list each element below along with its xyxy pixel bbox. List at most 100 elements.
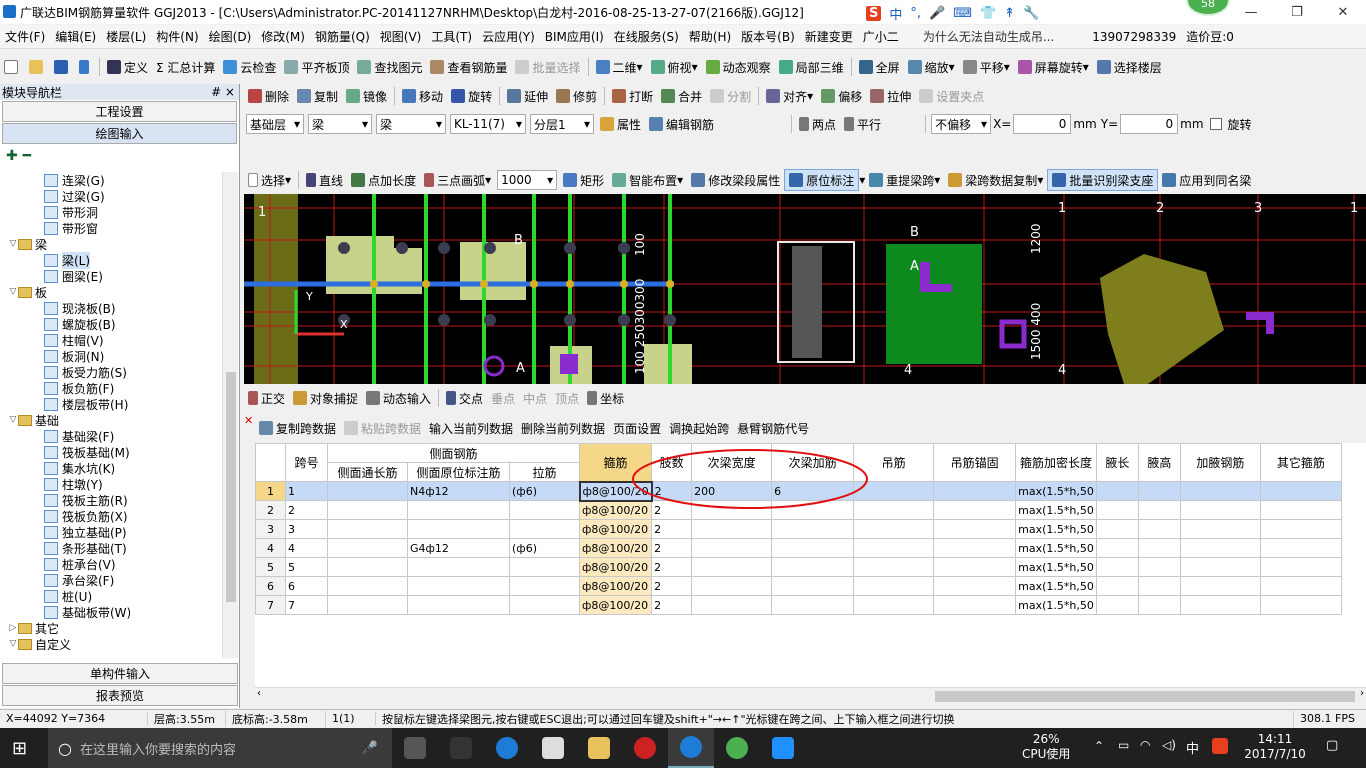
pin-icon[interactable]: # × (211, 85, 235, 99)
table-cell[interactable] (1137, 519, 1181, 539)
mic-icon-taskbar[interactable]: 🎤 (362, 741, 378, 756)
tree-item[interactable]: 板负筋(F) (0, 380, 222, 396)
wifi-icon[interactable]: ◠ (1140, 738, 1150, 752)
delete-column-data-link[interactable]: 删除当前列数据 (517, 417, 609, 439)
table-cell[interactable] (853, 557, 935, 577)
table-cell[interactable] (853, 595, 935, 615)
table-cell[interactable] (1259, 595, 1342, 615)
midpoint-button[interactable]: 中点 (519, 387, 551, 409)
find-element-button[interactable]: 查找图元 (353, 56, 426, 78)
browser-icon[interactable] (714, 728, 760, 768)
table-cell[interactable]: 2 (285, 500, 328, 520)
vertex-button[interactable]: 顶点 (551, 387, 583, 409)
minimize-button[interactable]: — (1228, 0, 1274, 24)
tray-arrow-icon[interactable]: ⌃ (1094, 739, 1104, 753)
table-cell[interactable] (933, 519, 1017, 539)
tree-item[interactable]: 集水坑(K) (0, 460, 222, 476)
table-cell[interactable] (407, 557, 510, 577)
table-cell[interactable] (933, 557, 1017, 577)
select-floor-button[interactable]: 选择楼层 (1093, 56, 1166, 78)
table-cell[interactable] (327, 557, 408, 577)
menu-version[interactable]: 版本号(B) (736, 28, 800, 45)
define-button[interactable]: 定义 (103, 56, 152, 78)
col-other-stirrup[interactable]: 其它箍筋 (1259, 443, 1342, 482)
table-cell[interactable] (853, 519, 935, 539)
table-cell[interactable] (1137, 481, 1181, 501)
table-cell[interactable] (509, 557, 580, 577)
expand-collapse-icons[interactable]: ✚ ━ (0, 145, 239, 167)
point-length-button[interactable]: 点加长度 (347, 169, 420, 191)
drawing-input-button[interactable]: 绘图输入 (2, 123, 237, 144)
menu-help[interactable]: 帮助(H) (684, 28, 736, 45)
table-cell[interactable]: 1 (285, 481, 328, 501)
set-grip-button[interactable]: 设置夹点 (915, 85, 988, 107)
copy-span-data-link[interactable]: 复制跨数据 (255, 417, 340, 439)
table-cell[interactable] (771, 595, 855, 615)
tree-item[interactable]: 圈梁(E) (0, 268, 222, 284)
table-cell[interactable]: ф8@100/20 (578, 538, 653, 558)
table-cell[interactable] (407, 595, 510, 615)
table-cell[interactable] (1095, 595, 1139, 615)
tree-item[interactable]: 独立基础(P) (0, 524, 222, 540)
y-input[interactable]: 0 (1120, 114, 1179, 134)
table-cell[interactable] (771, 576, 855, 596)
table-cell[interactable]: max(1.5*h,50 (1015, 519, 1097, 539)
in-situ-annotation-button[interactable]: 原位标注 (784, 169, 860, 191)
cad-drawing[interactable]: B A B A 4 1 2 3 1 4 1 Y X 100 100 250300… (244, 194, 1366, 384)
rotate-button[interactable]: 旋转 (447, 85, 496, 107)
table-cell[interactable] (509, 500, 580, 520)
collapse-icon[interactable]: ▽ (8, 415, 18, 425)
intersection-button[interactable]: 交点 (442, 387, 487, 409)
notification-icon[interactable]: ▢ (1326, 738, 1338, 753)
tree-folder[interactable]: ▽ 梁 (0, 236, 222, 252)
col-haunch-length[interactable]: 腋长 (1095, 443, 1139, 482)
batch-identify-support-button[interactable]: 批量识别梁支座 (1047, 169, 1159, 191)
col-tie-bar[interactable]: 拉筋 (509, 462, 580, 482)
smart-layout-button[interactable]: 智能布置 ▾ (608, 169, 687, 191)
table-hscrollbar[interactable]: ‹ › (255, 687, 1366, 704)
offset-select[interactable]: 不偏移 ▾ (931, 114, 992, 134)
menu-view[interactable]: 视图(V) (375, 28, 427, 45)
clock[interactable]: 14:11 2017/7/10 (1240, 732, 1310, 762)
table-cell[interactable]: max(1.5*h,50 (1015, 557, 1097, 577)
tree-scrollbar[interactable] (222, 172, 238, 658)
tree-folder[interactable]: ▽ 自定义 (0, 636, 222, 652)
table-cell[interactable]: G4ф12 (407, 538, 510, 558)
collapse-icon[interactable]: ▽ (8, 239, 18, 249)
help-ticker[interactable]: 为什么无法自动生成吊... (918, 28, 1059, 45)
table-row[interactable]: 6 6 ф8@100/20 2 max(1.5*h,50 (255, 576, 1342, 596)
menu-tools[interactable]: 工具(T) (426, 28, 477, 45)
zoom-button[interactable]: 缩放 ▾ (904, 56, 959, 78)
local-3d-button[interactable]: 局部三维 (775, 56, 848, 78)
collapse-icon[interactable]: ▽ (8, 639, 18, 649)
line-button[interactable]: 直线 (302, 169, 347, 191)
object-snap-button[interactable]: 对象捕捉 (289, 387, 362, 409)
table-row[interactable]: 7 7 ф8@100/20 2 max(1.5*h,50 (255, 595, 1342, 615)
table-cell[interactable]: max(1.5*h,50 (1015, 538, 1097, 558)
close-button[interactable]: ✕ (1320, 0, 1366, 24)
table-cell[interactable] (853, 576, 935, 596)
tree-item[interactable]: 带形窗 (0, 220, 222, 236)
table-cell[interactable] (1137, 500, 1181, 520)
table-cell[interactable]: (ф6) (509, 481, 580, 501)
table-cell[interactable] (1137, 576, 1181, 596)
paste-span-data-link[interactable]: 粘贴跨数据 (340, 417, 425, 439)
properties-button[interactable]: 属性 (596, 113, 645, 135)
split-button[interactable]: 分割 (706, 85, 755, 107)
view-rebar-button[interactable]: 查看钢筋量 (426, 56, 511, 78)
table-cell[interactable] (1179, 538, 1261, 558)
three-point-arc-button[interactable]: 三点画弧 ▾ (420, 169, 495, 191)
table-cell[interactable] (1137, 538, 1181, 558)
table-cell[interactable]: ф8@100/20 (578, 557, 653, 577)
arrow-icon[interactable]: ↟ (1004, 6, 1015, 21)
table-cell[interactable] (933, 576, 1017, 596)
col-side-in-situ[interactable]: 侧面原位标注筋 (407, 462, 510, 482)
table-cell[interactable] (1095, 481, 1139, 501)
save-icon[interactable] (50, 56, 75, 78)
tree-item[interactable]: 柱墩(Y) (0, 476, 222, 492)
delete-button[interactable]: 删除 (244, 85, 293, 107)
copy-span-data-button[interactable]: 梁跨数据复制 ▾ (944, 169, 1047, 191)
ggj-icon[interactable] (668, 728, 714, 768)
menu-floor[interactable]: 楼层(L) (101, 28, 151, 45)
rotate-checkbox[interactable] (1209, 118, 1222, 130)
